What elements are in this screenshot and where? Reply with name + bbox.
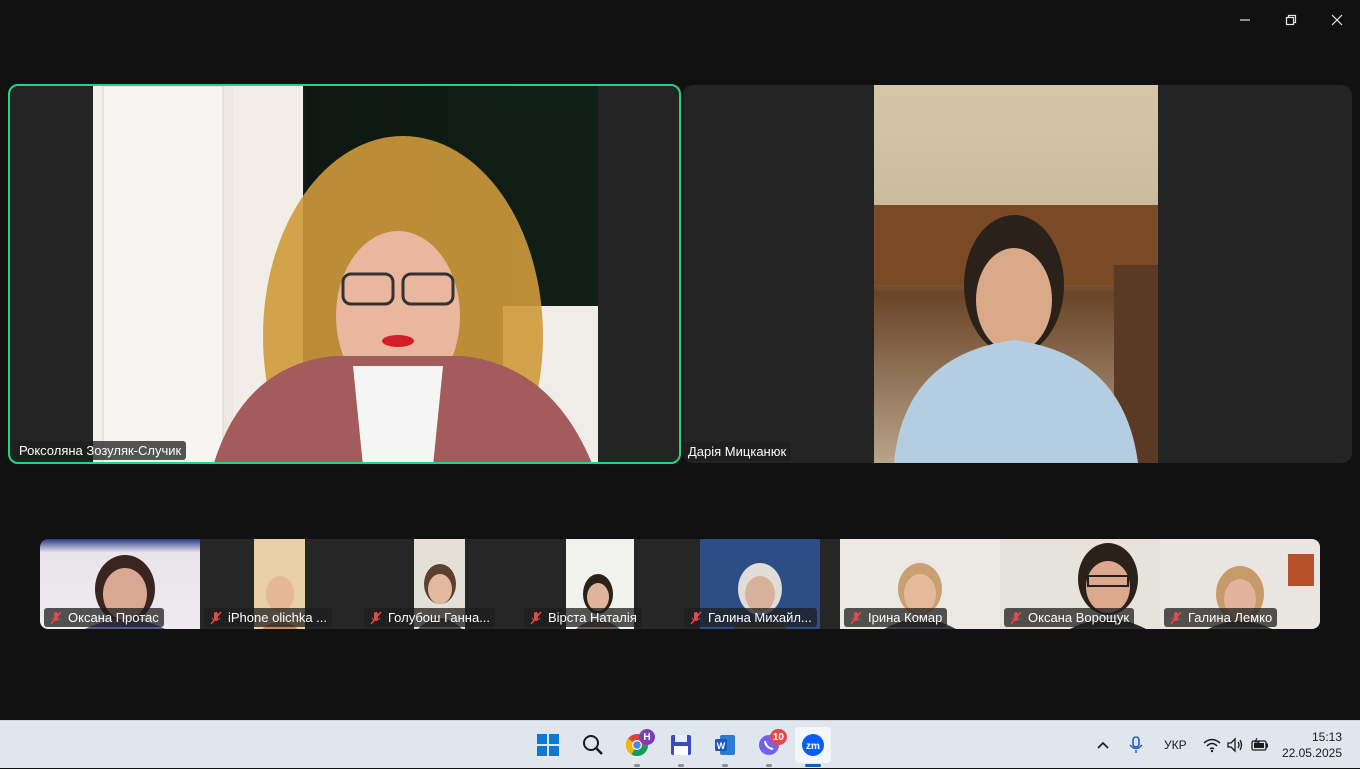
search-icon[interactable] (575, 727, 611, 763)
participant-name-label: iPhone olichka ... (204, 608, 333, 627)
microphone-icon[interactable] (1128, 721, 1144, 769)
muted-microphone-icon (529, 611, 543, 625)
muted-microphone-icon (1009, 611, 1023, 625)
svg-text:zm: zm (806, 741, 820, 752)
participant-name-label: Ірина Комар (844, 608, 948, 627)
participant-video (93, 86, 598, 462)
clock-date: 22.05.2025 (1281, 746, 1342, 760)
minimize-icon[interactable] (1225, 6, 1265, 34)
chrome-icon[interactable]: H (619, 727, 655, 767)
notification-badge: 10 (769, 729, 787, 745)
participant-thumbnail[interactable]: Оксана Ворощук (1000, 539, 1160, 629)
participant-thumbnail[interactable]: iPhone olichka ... (200, 539, 360, 629)
participant-video (874, 85, 1158, 463)
participant-thumbnail[interactable]: Оксана Протас (40, 539, 200, 629)
participant-name-label: Оксана Протас (44, 608, 164, 627)
participant-thumbnail[interactable]: Галина Михайл... (680, 539, 840, 629)
participant-name-label: Галина Лемко (1164, 608, 1278, 627)
clock-time: 15:13 (1311, 730, 1342, 744)
active-speaker-tile[interactable]: Роксоляна Зозуляк-Случик (8, 84, 681, 464)
running-indicator (678, 764, 684, 767)
participant-thumbnail[interactable]: Вірста Наталія (520, 539, 680, 629)
running-indicator (766, 764, 772, 767)
muted-microphone-icon (209, 611, 223, 625)
muted-microphone-icon (49, 611, 63, 625)
running-indicator (722, 764, 728, 767)
participant-name-label: Голубош Ганна... (364, 608, 496, 627)
wifi-icon[interactable] (1203, 721, 1221, 769)
participant-tile[interactable]: Дарія Мицканюк (683, 85, 1352, 463)
zoom-meeting-window: Роксоляна Зозуляк-Случик Дарія Мицканюк … (0, 0, 1360, 720)
system-clock[interactable]: 15:13 22.05.2025 (1282, 729, 1342, 761)
volume-icon[interactable] (1226, 721, 1244, 769)
windows-start-icon[interactable] (530, 727, 566, 763)
show-hidden-icons-chevron-icon[interactable] (1095, 721, 1111, 769)
muted-microphone-icon (1169, 611, 1183, 625)
muted-microphone-icon (689, 611, 703, 625)
chrome-profile-badge: H (639, 729, 655, 745)
participant-name-label: Оксана Ворощук (1004, 608, 1135, 627)
keyboard-language-indicator[interactable]: УКР (1164, 721, 1187, 769)
participant-thumbnail[interactable]: Голубош Ганна... (360, 539, 520, 629)
participant-name-label: Роксоляна Зозуляк-Случик (14, 441, 187, 460)
save-app-icon[interactable] (663, 727, 699, 767)
participant-name-label: Вірста Наталія (524, 608, 642, 627)
windows-taskbar: H W 10 zm УКР 15:13 22.05.2025 (0, 720, 1360, 768)
restore-icon[interactable] (1271, 6, 1311, 34)
participant-thumbnail[interactable]: Ірина Комар (840, 539, 1000, 629)
svg-text:W: W (717, 741, 726, 751)
muted-microphone-icon (369, 611, 383, 625)
muted-microphone-icon (849, 611, 863, 625)
active-app-indicator (805, 764, 821, 767)
close-icon[interactable] (1317, 6, 1357, 34)
participant-name-label: Дарія Мицканюк (683, 442, 792, 461)
zoom-icon[interactable]: zm (795, 727, 831, 767)
running-indicator (634, 764, 640, 767)
participant-thumbnail[interactable]: Галина Лемко (1160, 539, 1320, 629)
participant-thumbnail-strip: Оксана Протас iPhone olichka ... Голубош… (40, 539, 1320, 629)
word-icon[interactable]: W (707, 727, 743, 767)
viber-icon[interactable]: 10 (751, 727, 787, 767)
participant-name-label: Галина Михайл... (684, 608, 817, 627)
battery-charging-icon[interactable] (1250, 721, 1270, 769)
language-label: УКР (1164, 738, 1187, 752)
